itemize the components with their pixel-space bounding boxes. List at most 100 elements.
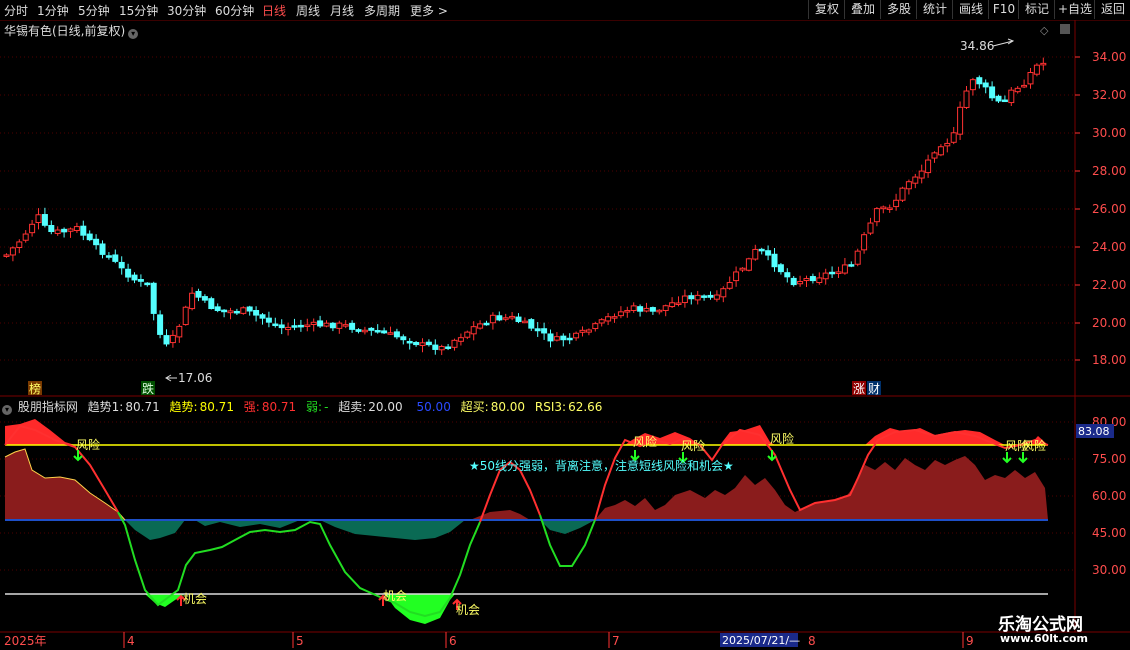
candle-body (240, 307, 247, 314)
candle-body (118, 261, 125, 269)
candle-body (419, 342, 426, 346)
candle-body (201, 296, 208, 301)
candle-body (48, 225, 55, 233)
trend-label: 趋势: (169, 400, 198, 414)
candle-body (413, 341, 420, 346)
price-tick: 26.00 (1092, 202, 1126, 216)
candle-body (752, 248, 759, 260)
opportunity-label: 机会 (383, 589, 407, 603)
candle-body (361, 329, 368, 333)
candle-body (1001, 99, 1008, 103)
candle-body (489, 314, 496, 324)
candle-body (637, 306, 644, 312)
candle-body (125, 268, 132, 278)
diamond-icon[interactable]: ◇ (1040, 24, 1049, 37)
candle-body (16, 241, 23, 249)
candle-body (246, 306, 253, 312)
candle-body (893, 199, 900, 208)
candle-body (400, 336, 407, 341)
risk-arrow-icon (1002, 452, 1012, 464)
candle-body (457, 337, 464, 342)
candle-body (745, 258, 752, 271)
date-label: 5 (296, 634, 304, 648)
candle-body (355, 329, 362, 332)
candle-body (547, 333, 554, 342)
candle-body (681, 295, 688, 304)
rsi-label: RSI3: (534, 400, 567, 414)
candle-body (432, 344, 439, 350)
candle-body (905, 181, 912, 190)
candle-body (790, 277, 797, 286)
candle-body (297, 324, 304, 328)
mid-value: 50.00 (416, 400, 451, 414)
price-axis: 34.00 32.00 30.00 28.00 26.00 24.00 22.0… (1092, 50, 1126, 367)
candle-body (1008, 89, 1015, 104)
candle-body (233, 310, 240, 314)
candle-body (272, 323, 279, 327)
candle-body (931, 152, 938, 159)
candle-body (483, 322, 490, 326)
candle-body (317, 320, 324, 327)
candle-body (285, 326, 292, 331)
candle-body (387, 332, 394, 335)
candle-body (304, 324, 311, 328)
risk-label: 风险 (76, 437, 100, 452)
opportunity-label: 机会 (183, 592, 207, 606)
date-label: 8 (808, 634, 816, 648)
candle-body (368, 327, 375, 331)
indicator-tick: 60.00 (1092, 489, 1126, 503)
candle-body (61, 228, 68, 233)
candle-body (381, 330, 388, 334)
oversold-label: 超卖: (338, 400, 367, 414)
candle-body (29, 223, 36, 234)
candle-body (829, 271, 836, 275)
candle-body (93, 238, 100, 246)
candle-body (873, 208, 880, 223)
candle-body (822, 272, 829, 280)
candle-body (803, 278, 810, 282)
price-tick: 18.00 (1092, 353, 1126, 367)
candle-body (675, 302, 682, 305)
indicator-name[interactable]: 股朋指标网 (18, 400, 78, 414)
candle-body (995, 95, 1002, 102)
price-tick: 28.00 (1092, 164, 1126, 178)
high-arrow (992, 40, 1014, 47)
candle-body (771, 253, 778, 268)
candle-body (605, 316, 612, 322)
candle-body (944, 142, 951, 147)
indicator-tick: 75.00 (1092, 452, 1126, 466)
candle-body (73, 226, 80, 232)
candle-body (182, 306, 189, 326)
chevron-down-icon[interactable]: ▾ (2, 405, 12, 415)
strong-label: 强: (243, 400, 260, 414)
candle-body (963, 90, 970, 108)
candle-body (566, 337, 573, 341)
candle-body (157, 314, 164, 335)
candle-body (957, 106, 964, 135)
candle-body (515, 316, 522, 323)
date-axis: 2025年 4 5 6 7 8 9 (4, 634, 974, 648)
panel-toggle-icon[interactable] (1060, 24, 1070, 34)
price-tick: 24.00 (1092, 240, 1126, 254)
candle-body (861, 234, 868, 251)
rsi-value: 62.66 (568, 400, 603, 414)
candle-body (630, 305, 637, 311)
candle-body (835, 271, 842, 274)
chart-canvas[interactable]: 34.00 32.00 30.00 28.00 26.00 24.00 22.0… (0, 0, 1130, 650)
candle-body (649, 307, 656, 312)
candle-body (291, 325, 298, 328)
candle-body (3, 254, 10, 257)
date-cursor-text: 2025/07/21/— (722, 634, 800, 647)
candle-body (163, 335, 170, 345)
candle-body (598, 319, 605, 324)
candle-body (99, 243, 106, 255)
candle-body (176, 325, 183, 338)
candle-body (758, 248, 765, 252)
overbought-value: 80.00 (490, 400, 526, 414)
candle-body (496, 315, 503, 321)
candle-body (259, 314, 266, 319)
candle-body (720, 288, 727, 298)
candle-body (816, 277, 823, 284)
candle-body (797, 281, 804, 285)
candle-body (329, 322, 336, 329)
